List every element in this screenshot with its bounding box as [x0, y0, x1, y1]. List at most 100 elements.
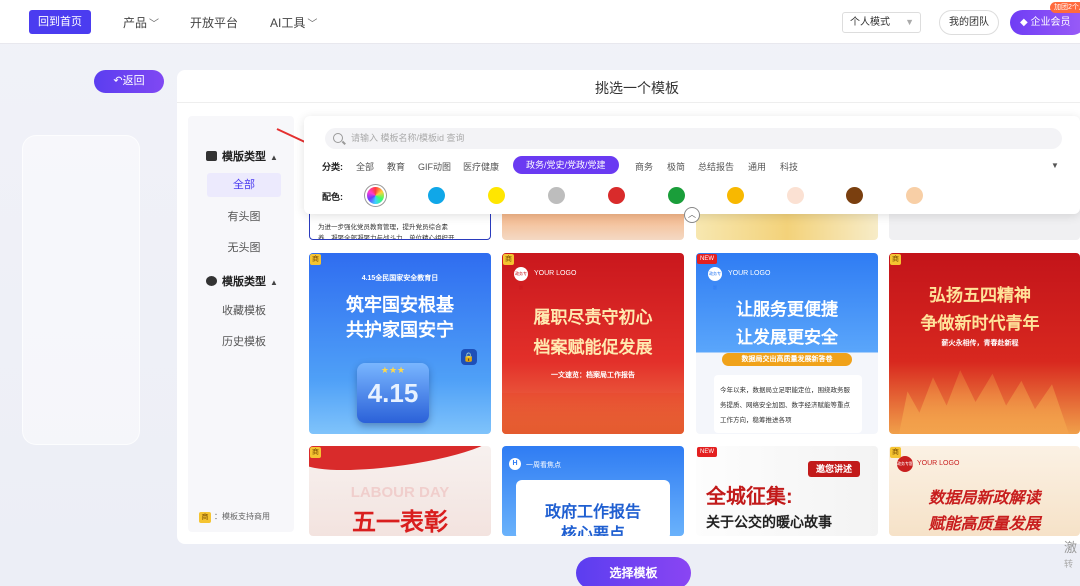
template-card[interactable]: NEW 政务专题 YOUR LOGO 让服务更便捷 让发展更安全 数据局交出高质…: [696, 253, 878, 434]
category-medical[interactable]: 医疗健康: [463, 160, 499, 173]
commercial-badge: 商: [890, 447, 901, 458]
nav-item-product[interactable]: 产品 ﹀: [123, 14, 159, 31]
skyline-graphic: [502, 393, 684, 434]
card-bg-text: LABOUR DAY: [350, 484, 450, 501]
sidebar-group-header[interactable]: 模版类型 ▲: [206, 273, 278, 289]
search-placeholder: 请输入 模板名称/模板id 查询: [351, 133, 465, 143]
card-title: 核心要点: [560, 526, 625, 536]
category-all[interactable]: 全部: [356, 160, 374, 173]
color-swatch-brown[interactable]: [846, 187, 863, 204]
template-card[interactable]: 商 政务专题 YOUR LOGO 数据局新政解读 赋能高质量发展: [889, 446, 1080, 536]
card-number: 4.15: [367, 378, 419, 408]
template-card[interactable]: 商 LABOUR DAY 五一表彰: [309, 446, 491, 536]
category-education[interactable]: 教育: [387, 160, 405, 173]
color-swatch-gold[interactable]: [727, 187, 744, 204]
select-template-button[interactable]: 选择模板: [576, 557, 691, 586]
chevron-down-icon: ﹀: [149, 19, 160, 30]
commercial-badge: 商: [890, 254, 901, 265]
commercial-tag: 商: [199, 512, 211, 523]
card-tag: 邀您讲述: [808, 461, 861, 477]
card-title: 档案赋能促发展: [533, 338, 653, 357]
card-text: 为进一步强化党员教育管理，提升党员综合素: [318, 224, 448, 231]
filter-panel: 请输入 模板名称/模板id 查询 分类: 全部 教育 GIF动图 医疗健康 政务…: [304, 116, 1080, 214]
category-minimal[interactable]: 极简: [667, 160, 685, 173]
color-swatch-gray[interactable]: [548, 187, 565, 204]
card-title: 共护家国安宁: [346, 320, 454, 340]
category-tech[interactable]: 科技: [780, 160, 798, 173]
sidebar-item-favorites[interactable]: 收藏模板: [207, 299, 281, 323]
vip-label: 企业会员: [1030, 17, 1071, 28]
template-card[interactable]: H 一周看焦点 政府工作报告 核心要点: [502, 446, 684, 536]
nav-item-open-platform[interactable]: 开放平台: [190, 14, 238, 31]
robot-icon: [206, 276, 217, 286]
category-general[interactable]: 通用: [748, 160, 766, 173]
back-label: 返回: [122, 75, 145, 87]
new-badge: NEW: [697, 254, 717, 264]
watermark-line: 转: [1064, 559, 1074, 569]
card-subtitle: 4.15全民国家安全教育日: [361, 275, 439, 282]
card-text: 养，凝聚全部凝聚力与战斗力，单位精心组织开: [318, 235, 455, 240]
card-ribbon: 数据局交出高质量发展新答卷: [722, 353, 852, 366]
color-swatch-all[interactable]: [367, 187, 384, 204]
template-card[interactable]: 商 政务专题 YOUR LOGO 履职尽责守初心 档案赋能促发展 一文速览：档案…: [502, 253, 684, 434]
search-input[interactable]: 请输入 模板名称/模板id 查询: [325, 128, 1062, 149]
card-title: 履职尽责守初心: [533, 308, 653, 327]
commercial-badge: 商: [503, 254, 514, 265]
category-government[interactable]: 政务/党史/党政/党建: [513, 156, 619, 174]
back-arrow-icon: ↶: [113, 75, 123, 87]
template-card[interactable]: 商 4.15全民国家安全教育日 筑牢国安根基 共护家国安宁 ★★★ 4.15 🔒: [309, 253, 491, 434]
card-title: 赋能高质量发展: [928, 516, 1041, 533]
logo-mark: 政务专题: [514, 267, 528, 290]
nav-item-label: 产品: [123, 16, 148, 30]
back-button[interactable]: ↶返回: [94, 70, 164, 93]
card-body: 今年以来，数据局立足职能定位，围绕政务服务提质、网络安全加固、数字经济赋能等重点…: [714, 375, 862, 433]
color-swatch-green[interactable]: [668, 187, 685, 204]
color-swatch-red[interactable]: [608, 187, 625, 204]
new-badge: NEW: [697, 447, 717, 457]
nav-item-ai-tools[interactable]: AI工具 ﹀: [270, 14, 317, 31]
category-gif[interactable]: GIF动图: [418, 160, 451, 173]
sidebar-item-no-header[interactable]: 无头图: [207, 236, 281, 260]
card-title: 筑牢国安根基: [346, 295, 454, 315]
mode-select[interactable]: 个人模式 ▼: [842, 12, 921, 33]
logo-mark: 政务专题: [708, 267, 722, 290]
h-logo-icon: H: [509, 458, 521, 470]
category-summary[interactable]: 总结报告: [698, 160, 734, 173]
color-swatch-peach[interactable]: [906, 187, 923, 204]
nav-item-label: 开放平台: [190, 16, 239, 30]
search-icon: [333, 133, 343, 143]
top-nav: 回到首页 产品 ﹀ 开放平台 AI工具 ﹀ 个人模式 ▼ 我的团队 ◆ 企业会员 加团…: [0, 0, 1080, 44]
template-card[interactable]: 商 弘扬五四精神 争做新时代青年 薪火永相传，青春赴新程: [889, 253, 1080, 434]
card-title: 让发展更安全: [736, 328, 838, 347]
template-card[interactable]: NEW 邀您讲述 全城征集: 关于公交的暖心故事: [696, 446, 878, 536]
expand-categories-icon[interactable]: ▼: [1051, 161, 1059, 170]
sidebar-group-title: 模版类型: [222, 151, 266, 163]
panel-title: 挑选一个模板: [177, 70, 1080, 103]
my-team-button[interactable]: 我的团队: [939, 10, 999, 35]
card-title: 五一表彰: [352, 509, 448, 536]
sidebar-group-title: 模版类型: [222, 276, 266, 288]
card-title: 让服务更便捷: [736, 300, 838, 319]
decorative-panel: [22, 135, 140, 445]
logo-mark: 政务专题: [897, 456, 913, 472]
card-subtitle: 一文速览：档案局工作报告: [551, 372, 635, 379]
color-swatch-yellow[interactable]: [488, 187, 505, 204]
color-swatch-blue[interactable]: [428, 187, 445, 204]
color-swatch-pink[interactable]: [787, 187, 804, 204]
home-button[interactable]: 回到首页: [29, 10, 91, 34]
card-title: 政府工作报告: [544, 504, 641, 521]
category-business[interactable]: 商务: [635, 160, 653, 173]
watermark-line: 激: [1064, 540, 1078, 555]
sidebar-item-history[interactable]: 历史模板: [207, 330, 281, 354]
card-title: 弘扬五四精神: [929, 286, 1031, 305]
star-icons: ★★★: [380, 365, 406, 375]
diamond-icon: ◆: [1020, 17, 1028, 28]
commercial-badge: 商: [310, 447, 321, 458]
sidebar-item-all[interactable]: 全部: [207, 173, 281, 197]
sidebar-item-with-header[interactable]: 有头图: [207, 205, 281, 229]
card-title: 争做新时代青年: [920, 314, 1040, 333]
collapse-filter-icon[interactable]: ︿: [684, 207, 700, 223]
chevron-down-icon: ▼: [905, 17, 914, 27]
sidebar-group-header[interactable]: 模版类型 ▲: [206, 148, 278, 164]
enterprise-vip-button[interactable]: ◆ 企业会员: [1010, 10, 1080, 35]
